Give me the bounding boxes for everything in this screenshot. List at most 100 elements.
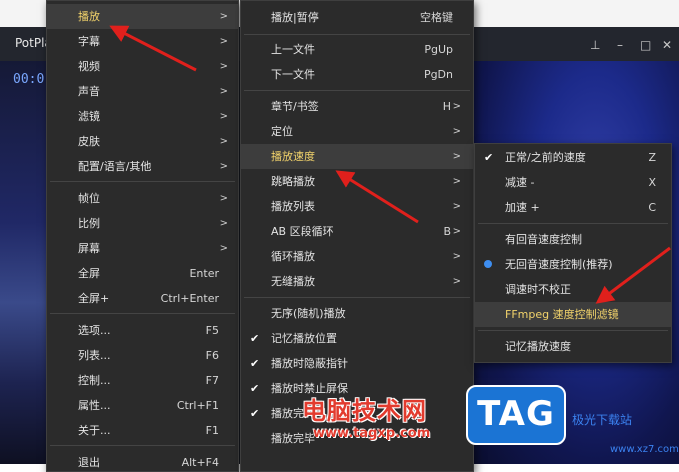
menu-item-about[interactable]: 关于... F1 <box>47 418 238 443</box>
menu-item-playlist[interactable]: 列表... F6 <box>47 343 238 368</box>
menu-item-chapters[interactable]: 章节/书签 H > <box>241 94 473 119</box>
menu-item-skip-play[interactable]: 跳略播放 > <box>241 169 473 194</box>
submenu-arrow-icon: > <box>219 193 228 204</box>
menu-item-shortcut: X <box>648 176 656 189</box>
menu-item-echo-speed[interactable]: 有回音速度控制 <box>475 227 671 252</box>
menu-item-label: 无回音速度控制(推荐) <box>505 258 613 271</box>
submenu-arrow-icon: > <box>219 136 228 147</box>
menu-item-label: 播放时隐蔽指针 <box>271 357 348 370</box>
submenu-arrow-icon: > <box>452 176 461 187</box>
menu-item-exit[interactable]: 退出 Alt+F4 <box>47 450 238 471</box>
menu-item-video[interactable]: 视频 > <box>47 54 238 79</box>
submenu-arrow-icon: > <box>219 243 228 254</box>
watermark-site: 极光下载站 <box>572 413 633 427</box>
menu-item-label: 播放速度 <box>271 150 315 163</box>
menu-item-shortcut: Ctrl+Enter <box>160 292 219 305</box>
menu-item-no-echo-speed[interactable]: 无回音速度控制(推荐) <box>475 252 671 277</box>
menu-item-slow-down[interactable]: 减速 - X <box>475 170 671 195</box>
menu-item-label: 加速 + <box>505 201 540 214</box>
menu-item-label: 滤镜 <box>78 110 100 123</box>
menu-item-remember-position[interactable]: ✔ 记忆播放位置 <box>241 326 473 351</box>
menu-item-options[interactable]: 选项... F5 <box>47 318 238 343</box>
menu-item-loop[interactable]: 循环播放 > <box>241 244 473 269</box>
menu-separator <box>50 313 235 314</box>
menu-item-play-pause[interactable]: 播放|暂停 空格键 <box>241 5 473 30</box>
menu-item-label: AB 区段循环 <box>271 225 334 238</box>
menu-item-fullscreen-plus[interactable]: 全屏+ Ctrl+Enter <box>47 286 238 311</box>
menu-item-label: 属性... <box>78 399 111 412</box>
menu-item-speed-up[interactable]: 加速 + C <box>475 195 671 220</box>
menu-separator <box>244 34 470 35</box>
menu-item-normal-speed[interactable]: ✔ 正常/之前的速度 Z <box>475 145 671 170</box>
menu-item-seamless[interactable]: 无缝播放 > <box>241 269 473 294</box>
submenu-arrow-icon: > <box>219 11 228 22</box>
menu-separator <box>478 223 668 224</box>
menu-item-play[interactable]: 播放 > <box>47 4 238 29</box>
close-icon[interactable]: ✕ <box>662 38 672 52</box>
submenu-arrow-icon: > <box>219 161 228 172</box>
check-icon: ✔ <box>250 407 260 420</box>
submenu-arrow-icon: > <box>452 276 461 287</box>
menu-item-label: 比例 <box>78 217 100 230</box>
submenu-arrow-icon: > <box>219 218 228 229</box>
menu-item-shortcut: F5 <box>205 324 219 337</box>
menu-item-audio[interactable]: 声音 > <box>47 79 238 104</box>
menu-item-label: 有回音速度控制 <box>505 233 582 246</box>
menu-item-play-list[interactable]: 播放列表 > <box>241 194 473 219</box>
menu-item-shortcut: Z <box>648 151 656 164</box>
radio-dot-icon <box>484 260 492 268</box>
menu-item-seek[interactable]: 定位 > <box>241 119 473 144</box>
menu-item-remember-speed[interactable]: 记忆播放速度 <box>475 334 671 359</box>
menu-item-config[interactable]: 配置/语言/其他 > <box>47 154 238 179</box>
menu-item-ab-repeat[interactable]: AB 区段循环 B > <box>241 219 473 244</box>
menu-item-subtitle[interactable]: 字幕 > <box>47 29 238 54</box>
main-context-menu: 播放 > 字幕 > 视频 > 声音 > 滤镜 > 皮肤 > 配置/语言/其他 >… <box>46 0 239 472</box>
minimize-icon[interactable]: – <box>617 38 623 52</box>
menu-item-fullscreen[interactable]: 全屏 Enter <box>47 261 238 286</box>
menu-item-label: 关于... <box>78 424 111 437</box>
menu-item-shortcut: H <box>442 100 451 113</box>
pin-icon[interactable]: ⊥ <box>590 38 600 52</box>
watermark-logo: TAG <box>466 385 566 445</box>
menu-item-label: 控制... <box>78 374 111 387</box>
maximize-icon[interactable]: □ <box>640 38 651 52</box>
menu-item-ffmpeg-filter[interactable]: FFmpeg 速度控制滤镜 <box>475 302 671 327</box>
menu-item-control[interactable]: 控制... F7 <box>47 368 238 393</box>
menu-item-shuffle[interactable]: 无序(随机)播放 <box>241 301 473 326</box>
menu-item-properties[interactable]: 属性... Ctrl+F1 <box>47 393 238 418</box>
timecode-display: 00:0 <box>13 72 45 87</box>
menu-item-shortcut: PgUp <box>424 43 453 56</box>
menu-item-frame[interactable]: 帧位 > <box>47 186 238 211</box>
menu-item-label: 配置/语言/其他 <box>78 160 152 173</box>
speed-submenu: ✔ 正常/之前的速度 Z 减速 - X 加速 + C 有回音速度控制 无回音速度… <box>474 143 672 363</box>
menu-item-shortcut: PgDn <box>423 68 453 81</box>
menu-item-playback-speed[interactable]: 播放速度 > <box>241 144 473 169</box>
submenu-arrow-icon: > <box>452 101 461 112</box>
menu-item-label: 播放列表 <box>271 200 315 213</box>
menu-item-shortcut: C <box>648 201 656 214</box>
menu-item-label: 调速时不校正 <box>505 283 571 296</box>
menu-item-label: 下一文件 <box>271 68 315 81</box>
menu-item-ratio[interactable]: 比例 > <box>47 211 238 236</box>
menu-item-label: 无序(随机)播放 <box>271 307 346 320</box>
menu-item-label: 定位 <box>271 125 293 138</box>
menu-item-filter[interactable]: 滤镜 > <box>47 104 238 129</box>
menu-item-next-file[interactable]: 下一文件 PgDn <box>241 62 473 87</box>
menu-item-label: 字幕 <box>78 35 100 48</box>
check-icon: ✔ <box>250 382 260 395</box>
menu-item-no-correction[interactable]: 调速时不校正 <box>475 277 671 302</box>
submenu-arrow-icon: > <box>452 251 461 262</box>
menu-item-screen[interactable]: 屏幕 > <box>47 236 238 261</box>
menu-item-shortcut: 空格键 <box>420 11 453 24</box>
menu-item-prev-file[interactable]: 上一文件 PgUp <box>241 37 473 62</box>
submenu-arrow-icon: > <box>452 126 461 137</box>
check-icon: ✔ <box>250 357 260 370</box>
menu-item-label: FFmpeg 速度控制滤镜 <box>505 308 619 321</box>
submenu-arrow-icon: > <box>219 36 228 47</box>
menu-item-label: 视频 <box>78 60 100 73</box>
menu-item-label: 播放 <box>78 10 100 23</box>
menu-item-skin[interactable]: 皮肤 > <box>47 129 238 154</box>
menu-item-label: 全屏+ <box>78 292 110 305</box>
menu-item-hide-cursor[interactable]: ✔ 播放时隐蔽指针 <box>241 351 473 376</box>
menu-item-label: 退出 <box>78 456 100 469</box>
